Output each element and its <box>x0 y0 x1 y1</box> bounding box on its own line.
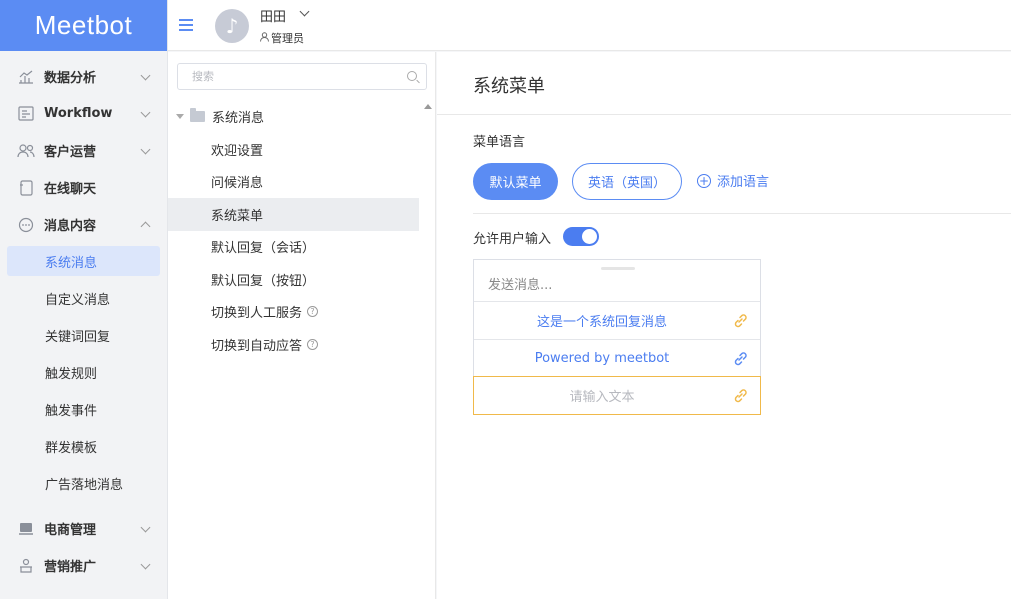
chevron-down-icon[interactable] <box>299 6 310 17</box>
sidebar-item-message-content[interactable]: 消息内容 <box>0 206 167 243</box>
avatar[interactable]: ♪ <box>215 9 249 43</box>
menu-item-row-new[interactable]: 请输入文本 <box>473 376 761 415</box>
tree-item-welcome-settings[interactable]: 欢迎设置 <box>168 133 419 166</box>
default-menu-button[interactable]: 默认菜单 <box>473 163 558 200</box>
link-icon[interactable] <box>720 350 760 367</box>
chevron-down-icon <box>140 70 151 81</box>
menu-item-text[interactable]: 这是一个系统回复消息 <box>474 311 720 330</box>
sidebar-item-label: 电商管理 <box>44 523 97 538</box>
link-icon[interactable] <box>720 312 760 329</box>
link-icon[interactable] <box>720 387 760 404</box>
plus-circle-icon: + <box>697 173 711 188</box>
search-input[interactable] <box>178 64 398 89</box>
workflow-icon <box>17 105 35 123</box>
sidebar-item-label: 数据分析 <box>44 71 97 86</box>
tree-item-greeting-message[interactable]: 问候消息 <box>168 166 419 199</box>
menu-item-row[interactable]: Powered by meetbot <box>474 339 760 377</box>
divider <box>473 213 1011 214</box>
user-role-label: 管理员 <box>271 32 304 45</box>
sidebar-subitem-custom-messages[interactable]: 自定义消息 <box>0 280 167 317</box>
chevron-up-icon <box>140 221 151 232</box>
shop-icon <box>17 520 35 538</box>
message-icon <box>17 216 35 234</box>
divider <box>437 114 1011 115</box>
user-name[interactable]: 田田 <box>260 6 286 25</box>
allow-user-input-toggle[interactable] <box>563 227 599 246</box>
chevron-down-icon <box>140 144 151 155</box>
tree-item-label: 默认回复（会话） <box>211 241 316 257</box>
english-uk-button[interactable]: 英语（英国） <box>572 163 682 200</box>
sidebar-item-online-chat[interactable]: 在线聊天 <box>0 169 167 206</box>
tree-item-label: 系统菜单 <box>211 208 264 224</box>
menu-language-label: 菜单语言 <box>473 135 526 150</box>
users-icon <box>17 142 35 160</box>
search-box <box>177 63 427 90</box>
sidebar-subitem-ad-landing-messages[interactable]: 广告落地消息 <box>0 465 167 502</box>
marketing-icon <box>17 557 35 575</box>
menu-item-text[interactable]: Powered by meetbot <box>474 351 720 366</box>
sidebar-subitem-trigger-rules[interactable]: 触发规则 <box>0 354 167 391</box>
scroll-up-arrow-icon[interactable] <box>424 104 432 109</box>
tree-item-label: 问候消息 <box>211 176 264 192</box>
search-icon[interactable] <box>407 71 417 81</box>
chevron-down-icon <box>140 522 151 533</box>
chart-icon <box>17 68 35 86</box>
sidebar-nav: 数据分析 Workflow 客户运营 在线聊天 消息内容 系统消息 自定义消息 … <box>0 51 167 584</box>
add-language-label: 添加语言 <box>717 175 770 190</box>
tree-root-system-messages[interactable]: 系统消息 <box>168 100 419 132</box>
sidebar-item-data-analysis[interactable]: 数据分析 <box>0 58 167 95</box>
tree-item-label: 默认回复（按钮） <box>211 273 316 289</box>
help-icon[interactable]: ? <box>307 306 319 318</box>
message-tree-panel: 系统消息 欢迎设置 问候消息 系统菜单 默认回复（会话） 默认回复（按钮） 切换… <box>168 52 436 599</box>
menu-item-row[interactable]: 这是一个系统回复消息 <box>474 301 760 339</box>
menu-preview: 发送消息... 这是一个系统回复消息 Powered by meetbot 请输… <box>473 259 761 415</box>
help-icon[interactable]: ? <box>307 338 319 350</box>
tree-list: 欢迎设置 问候消息 系统菜单 默认回复（会话） 默认回复（按钮） 切换到人工服务… <box>168 133 419 361</box>
sidebar-item-workflow[interactable]: Workflow <box>0 95 167 132</box>
sidebar-item-customer-ops[interactable]: 客户运营 <box>0 132 167 169</box>
chevron-down-icon <box>140 559 151 570</box>
menu-item-text-input[interactable]: 请输入文本 <box>474 386 720 405</box>
add-language-button[interactable]: + 添加语言 <box>697 171 769 190</box>
tree-item-switch-to-human[interactable]: 切换到人工服务? <box>168 296 419 329</box>
toggle-knob <box>582 229 597 244</box>
chat-icon <box>17 179 35 197</box>
tree-item-label: 切换到自动应答 <box>211 338 303 354</box>
tree-item-default-reply-session[interactable]: 默认回复（会话） <box>168 231 419 264</box>
sidebar-subitem-trigger-events[interactable]: 触发事件 <box>0 391 167 428</box>
sidebar-item-label: 消息内容 <box>44 219 97 234</box>
sidebar-item-label: 营销推广 <box>44 560 97 575</box>
user-icon <box>260 31 269 45</box>
sidebar-subitem-keyword-reply[interactable]: 关键词回复 <box>0 317 167 354</box>
page-title: 系统菜单 <box>473 76 545 97</box>
folder-icon <box>190 107 205 122</box>
drag-handle[interactable] <box>601 267 635 270</box>
sidebar-subitem-system-messages[interactable]: 系统消息 <box>7 246 160 276</box>
main-content: 系统菜单 菜单语言 默认菜单 英语（英国） + 添加语言 允许用户输入 发送消息… <box>437 52 1011 599</box>
sidebar-item-label: Workflow <box>44 106 113 121</box>
sidebar-item-label: 在线聊天 <box>44 182 97 197</box>
tree-item-default-reply-button[interactable]: 默认回复（按钮） <box>168 263 419 296</box>
sidebar-item-marketing[interactable]: 营销推广 <box>0 547 167 584</box>
tree-root-label: 系统消息 <box>212 110 265 126</box>
app-logo[interactable]: Meetbot <box>0 0 167 51</box>
menu-toggle-icon[interactable] <box>179 19 193 31</box>
allow-user-input-label: 允许用户输入 <box>473 232 552 247</box>
user-role: 管理员 <box>260 30 304 46</box>
chevron-down-icon <box>140 107 151 118</box>
sidebar: Meetbot 数据分析 Workflow 客户运营 在线聊天 消息内容 系统消… <box>0 0 168 599</box>
send-message-input[interactable]: 发送消息... <box>488 274 552 293</box>
sidebar-item-label: 客户运营 <box>44 145 97 160</box>
caret-down-icon[interactable] <box>176 113 184 119</box>
tree-item-system-menu[interactable]: 系统菜单 <box>168 198 419 231</box>
tree-item-label: 切换到人工服务 <box>211 306 303 322</box>
tree-item-label: 欢迎设置 <box>211 143 264 159</box>
tree-item-switch-to-auto[interactable]: 切换到自动应答? <box>168 328 419 361</box>
sidebar-subitem-broadcast-templates[interactable]: 群发模板 <box>0 428 167 465</box>
top-header: ♪ 田田 管理员 <box>168 0 1011 51</box>
sidebar-item-ecommerce[interactable]: 电商管理 <box>0 510 167 547</box>
